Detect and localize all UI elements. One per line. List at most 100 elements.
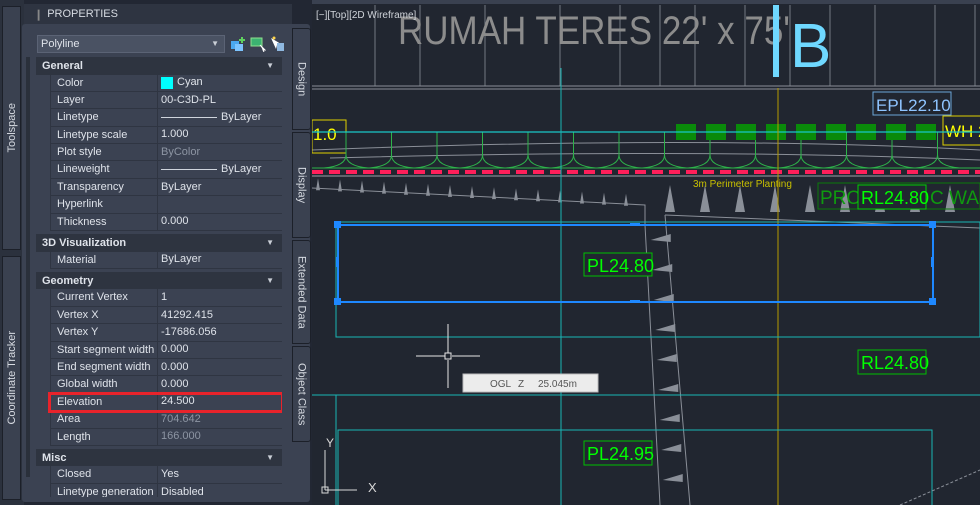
property-row-layer[interactable]: Layer 00-C3D-PL [50, 91, 282, 110]
property-value: Yes [161, 468, 179, 481]
property-row-linetype-generation[interactable]: Linetype generation Disabled [50, 483, 282, 497]
property-row-closed[interactable]: Closed Yes [50, 466, 282, 484]
toggle-pickadd-icon[interactable] [230, 36, 246, 52]
section-geometry[interactable]: Geometry ▼ [36, 271, 282, 290]
property-row-material[interactable]: Material ByLayer [50, 251, 282, 269]
property-value-field[interactable]: 704.642 [158, 411, 282, 427]
property-value: 704.642 [161, 412, 201, 425]
property-value: 0.000 [161, 343, 189, 356]
rl-label-2: RL24.80 [861, 353, 929, 373]
property-row-vertex-y[interactable]: Vertex Y -17686.056 [50, 324, 282, 342]
property-value-field[interactable] [158, 196, 282, 212]
section-title: Misc [42, 451, 67, 464]
property-value: -17686.056 [161, 325, 217, 338]
property-row-area[interactable]: Area 704.642 [50, 411, 282, 429]
tab-display[interactable]: Display [292, 132, 311, 238]
section-title: Geometry [42, 274, 94, 287]
property-value: Cyan [177, 76, 203, 89]
property-value-field[interactable]: 0.000 [158, 342, 282, 358]
section-general[interactable]: General ▼ [36, 57, 282, 75]
tab-object-class[interactable]: Object Class [292, 346, 311, 442]
property-value-field[interactable]: ByColor [158, 144, 282, 160]
property-value: 0.000 [161, 360, 189, 373]
drawing-title: RUMAH TERES 22' x 75' [398, 9, 790, 53]
property-row-length[interactable]: Length 166.000 [50, 428, 282, 446]
property-row-hyperlink[interactable]: Hyperlink [50, 196, 282, 214]
property-value-field[interactable]: 166.000 [158, 429, 282, 445]
property-label: Linetype scale [51, 126, 158, 144]
viewport-controls-label[interactable]: [−][Top][2D Wireframe] [316, 10, 417, 21]
property-row-global-width[interactable]: Global width 0.000 [50, 376, 282, 394]
tab-extended-data-label: Extended Data [295, 255, 308, 329]
drawing-viewport[interactable]: RUMAH TERES 22' x 75' B [−][Top][2D Wire… [312, 0, 980, 505]
property-value-field[interactable]: 1.000 [158, 127, 282, 143]
property-label: Material [51, 251, 158, 268]
property-grid: General ▼ Color Cyan Layer 00-C3D-PL Linetype B… [36, 57, 282, 497]
line-preview [161, 116, 217, 118]
tab-design-label: Design [295, 61, 308, 97]
property-row-current-vertex[interactable]: Current Vertex 1 [50, 289, 282, 307]
coordinate-tracker-tab[interactable]: Coordinate Tracker [2, 256, 21, 500]
property-value-field[interactable]: 1 [158, 289, 282, 305]
ucs-x-label: X [368, 480, 377, 495]
select-objects-icon[interactable] [250, 36, 266, 52]
property-row-lineweight[interactable]: Lineweight ByLayer [50, 161, 282, 179]
collapse-icon[interactable]: ▼ [266, 453, 274, 462]
property-value: Disabled [161, 485, 204, 497]
property-value-field[interactable]: 0.000 [158, 376, 282, 392]
property-label: Lineweight [51, 161, 158, 178]
property-row-thickness[interactable]: Thickness 0.000 [50, 213, 282, 232]
property-row-end-segment-width[interactable]: End segment width 0.000 [50, 358, 282, 377]
properties-panel: Polyline ▼ General ▼ Color Cyan Layer 00-C3D-P… [22, 24, 310, 502]
property-label: Linetype [51, 109, 158, 126]
section-viz[interactable]: 3D Visualization ▼ [36, 234, 282, 252]
property-value: 166.000 [161, 430, 201, 443]
coordinate-tracker-label: Coordinate Tracker [5, 331, 18, 425]
property-value-field[interactable]: ByLayer [158, 252, 282, 268]
property-row-transparency[interactable]: Transparency ByLayer [50, 178, 282, 197]
toolspace-tab[interactable]: Toolspace [2, 6, 21, 250]
property-value-field[interactable]: 24.500 [158, 394, 282, 410]
property-value-field[interactable]: -17686.056 [158, 324, 282, 340]
collapse-icon[interactable]: ▼ [266, 276, 274, 285]
property-label: Transparency [51, 178, 158, 196]
properties-title-bar[interactable]: ❙ PROPERTIES [24, 4, 292, 24]
property-row-plot-style[interactable]: Plot style ByColor [50, 144, 282, 162]
collapse-icon[interactable]: ▼ [266, 238, 274, 247]
property-row-linetype-scale[interactable]: Linetype scale 1.000 [50, 126, 282, 145]
property-label: Color [51, 74, 158, 91]
quick-select-icon[interactable] [269, 36, 285, 52]
property-row-color[interactable]: Color Cyan [50, 74, 282, 92]
toolspace-label: Toolspace [5, 103, 18, 153]
panel-scrollbar[interactable] [26, 57, 30, 477]
property-value-field[interactable]: 0.000 [158, 214, 282, 230]
pl-label-1: PL24.80 [587, 256, 654, 276]
property-value-field[interactable]: Disabled [158, 484, 282, 497]
section-misc[interactable]: Misc ▼ [36, 448, 282, 467]
property-row-linetype[interactable]: Linetype ByLayer [50, 109, 282, 127]
grid-line-marker [773, 5, 779, 77]
ucs-y-label: Y [326, 436, 334, 450]
properties-title: PROPERTIES [47, 8, 118, 20]
property-value-field[interactable]: ByLayer [158, 179, 282, 195]
property-value: 1.000 [161, 128, 189, 141]
tab-design[interactable]: Design [292, 28, 311, 130]
collapse-icon[interactable]: ▼ [266, 61, 274, 70]
object-type-select[interactable]: Polyline ▼ [37, 35, 225, 53]
property-value-field[interactable]: 00-C3D-PL [158, 92, 282, 108]
property-label: Closed [51, 466, 158, 483]
property-value-field[interactable]: ByLayer [158, 161, 282, 177]
section-title: General [42, 59, 83, 72]
property-row-start-segment-width[interactable]: Start segment width 0.000 [50, 341, 282, 359]
property-value-field[interactable]: ByLayer [158, 109, 282, 125]
tab-extended-data[interactable]: Extended Data [292, 240, 311, 344]
tooltip-value: 25.045m [538, 379, 577, 390]
property-value-field[interactable]: Yes [158, 466, 282, 482]
property-row-elevation[interactable]: Elevation 24.500 [48, 391, 282, 414]
property-value-field[interactable]: Cyan [158, 75, 282, 91]
property-value-field[interactable]: 41292.415 [158, 307, 282, 323]
property-value-field[interactable]: 0.000 [158, 359, 282, 375]
section-title: 3D Visualization [42, 236, 127, 249]
property-label: Thickness [51, 213, 158, 231]
property-row-vertex-x[interactable]: Vertex X 41292.415 [50, 306, 282, 325]
